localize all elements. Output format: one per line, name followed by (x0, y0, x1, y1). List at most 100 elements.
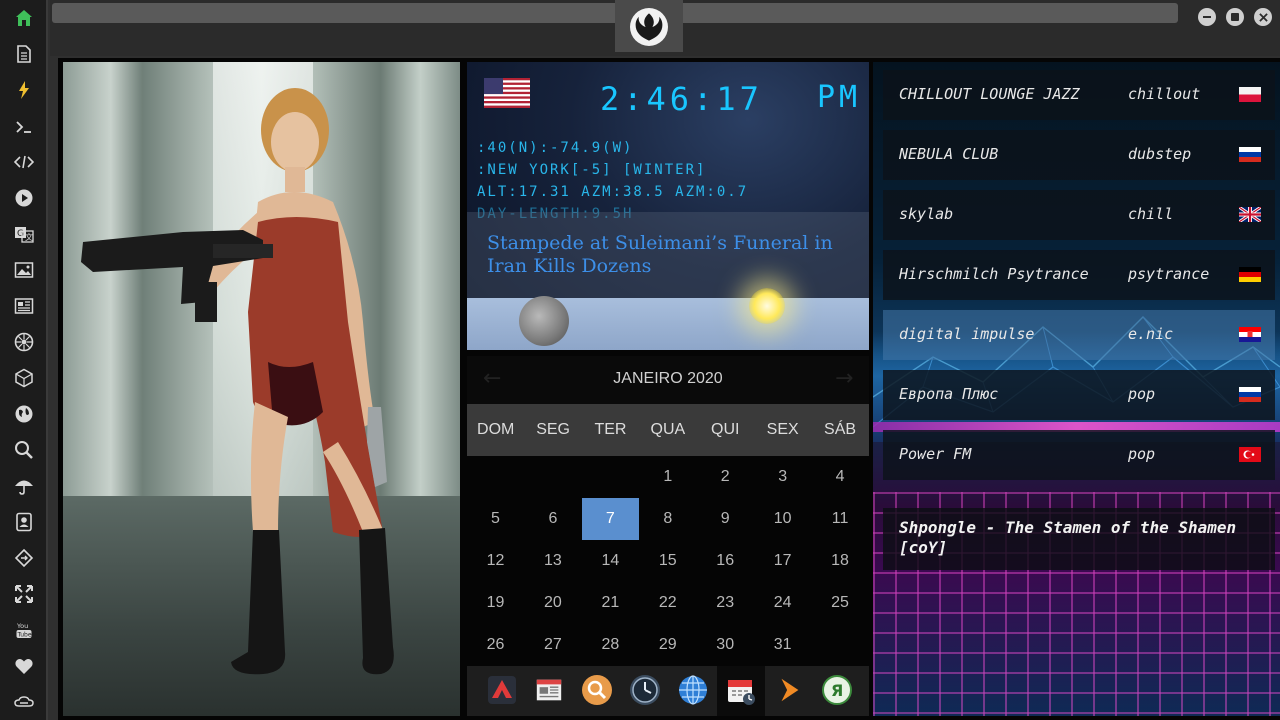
calendar-day (524, 456, 581, 498)
station-name: CHILLOUT LOUNGE JAZZ (899, 85, 1080, 103)
weekday-label: QUA (650, 421, 686, 438)
weekday-label: SEG (536, 421, 570, 438)
code-icon[interactable] (12, 150, 36, 174)
calendar-day[interactable]: 10 (754, 498, 811, 540)
calendar-day[interactable]: 6 (524, 498, 581, 540)
calendar-day[interactable]: 8 (639, 498, 696, 540)
home-icon[interactable] (12, 6, 36, 30)
clock-time: 2:46:17 (600, 80, 763, 118)
rebel-alliance-icon (630, 8, 668, 46)
share-icon[interactable] (12, 546, 36, 570)
play-arrow-icon[interactable] (771, 672, 807, 708)
translate-icon[interactable]: G文 (12, 222, 36, 246)
calendar-day (812, 624, 869, 666)
calendar-day[interactable]: 28 (582, 624, 639, 666)
calendar-day[interactable]: 18 (812, 540, 869, 582)
clock-widget: 2:46:17 PM :40(N):-74.9(W) :NEW YORK[-5]… (467, 62, 869, 350)
globe-app-icon[interactable] (675, 672, 711, 708)
yandex-icon[interactable]: Я (819, 672, 855, 708)
calendar-day[interactable]: 3 (754, 456, 811, 498)
calendar-day[interactable]: 14 (582, 540, 639, 582)
weekday-label: DOM (477, 421, 515, 438)
calendar-day[interactable]: 30 (697, 624, 754, 666)
expand-icon[interactable] (12, 582, 36, 606)
sidebar: G文 You Tube (0, 0, 48, 720)
calendar-day[interactable]: 1 (639, 456, 696, 498)
calendar-day[interactable]: 31 (754, 624, 811, 666)
calendar-day[interactable]: 27 (524, 624, 581, 666)
calendar-day[interactable]: 12 (467, 540, 524, 582)
station-row[interactable]: CHILLOUT LOUNGE JAZZ chillout (883, 70, 1275, 120)
station-row[interactable]: NEBULA CLUB dubstep (883, 130, 1275, 180)
emblem-tab[interactable] (615, 0, 683, 52)
calendar-day[interactable]: 20 (524, 582, 581, 624)
station-row-selected[interactable]: digital impulse e.nic (883, 310, 1275, 360)
calendar-day[interactable]: 24 (754, 582, 811, 624)
station-genre: chill (1128, 205, 1174, 223)
calendar-day[interactable]: 23 (697, 582, 754, 624)
calendar-day[interactable]: 15 (639, 540, 696, 582)
station-row[interactable]: skylab chill (883, 190, 1275, 240)
calendar-day[interactable]: 2 (697, 456, 754, 498)
calendar-day[interactable]: 29 (639, 624, 696, 666)
calendar-app-icon[interactable] (717, 666, 765, 716)
news-icon[interactable] (12, 294, 36, 318)
contact-icon[interactable] (12, 510, 36, 534)
poland-flag-icon (1239, 87, 1261, 102)
globe-icon[interactable] (12, 402, 36, 426)
calendar-header: ← JANEIRO 2020 → (467, 356, 869, 404)
calendar-day[interactable]: 25 (812, 582, 869, 624)
clock-app-icon[interactable] (627, 672, 663, 708)
station-genre: pop (1128, 445, 1156, 463)
station-row[interactable]: Европа Плюс pop (883, 370, 1275, 420)
document-icon[interactable] (12, 42, 36, 66)
weekday-label: TER (594, 421, 627, 438)
calendar-day[interactable]: 16 (697, 540, 754, 582)
search-icon[interactable] (12, 438, 36, 462)
calendar-day[interactable]: 22 (639, 582, 696, 624)
calendar-day[interactable]: 26 (467, 624, 524, 666)
wallpaper-photo (63, 62, 460, 716)
clock-coords: :40(N):-74.9(W) (477, 140, 634, 156)
calendar-day[interactable]: 11 (812, 498, 869, 540)
calendar-day-today[interactable]: 7 (581, 498, 639, 540)
news-headline[interactable]: Stampede at Suleimani’s Funeral in Iran … (487, 232, 857, 278)
image-icon[interactable] (12, 258, 36, 282)
station-genre: e.nic (1128, 325, 1174, 343)
desktop: G文 You Tube 2:46:17 PM:40(N):-74.9(W):… (0, 0, 1280, 720)
heart-icon[interactable] (12, 654, 36, 678)
lightning-icon[interactable] (12, 78, 36, 102)
calendar-day[interactable]: 17 (754, 540, 811, 582)
now-playing: Shpongle - The Stamen of the Shamen [coY… (883, 508, 1275, 570)
svg-text:Tube: Tube (17, 632, 32, 639)
station-name: NEBULA CLUB (899, 145, 999, 163)
croatia-flag-icon (1239, 327, 1261, 342)
calendar-day[interactable]: 4 (812, 456, 869, 498)
youtube-icon[interactable]: You Tube (12, 618, 36, 642)
play-icon[interactable] (12, 186, 36, 210)
germany-flag-icon (1239, 267, 1261, 282)
calendar-day[interactable]: 19 (467, 582, 524, 624)
calendar-day[interactable]: 9 (697, 498, 754, 540)
arrow-app-icon[interactable] (484, 672, 520, 708)
sun-icon (749, 288, 785, 324)
umbrella-icon[interactable] (12, 474, 36, 498)
rebel-icon[interactable] (12, 330, 36, 354)
calendar-day[interactable]: 5 (467, 498, 524, 540)
top-bar (50, 0, 1280, 56)
terminal-icon[interactable] (12, 115, 36, 139)
station-row[interactable]: Hirschmilch Psytrance psytrance (883, 250, 1275, 300)
clock-astro: ALT:17.31 AZM:38.5 AZM:0.7 (477, 184, 749, 200)
cloud-link-icon[interactable] (12, 690, 36, 714)
station-name: Европа Плюс (899, 385, 999, 403)
close-button[interactable] (1254, 8, 1272, 26)
minimize-button[interactable] (1198, 8, 1216, 26)
newspaper-icon[interactable] (531, 672, 567, 708)
next-month-button[interactable]: → (835, 366, 853, 391)
station-row[interactable]: Power FM pop (883, 430, 1275, 480)
cube-icon[interactable] (12, 366, 36, 390)
search-app-icon[interactable] (579, 672, 615, 708)
calendar-day[interactable]: 21 (582, 582, 639, 624)
calendar-day[interactable]: 13 (524, 540, 581, 582)
maximize-button[interactable] (1226, 8, 1244, 26)
